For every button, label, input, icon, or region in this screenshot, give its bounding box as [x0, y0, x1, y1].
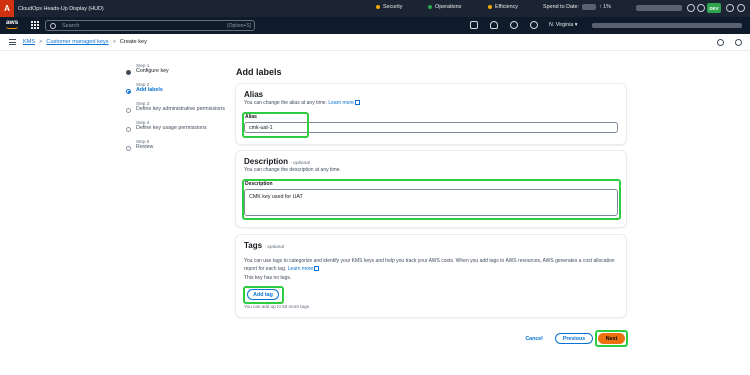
tags-limit-text: You can add up to 50 more tags. — [244, 304, 311, 309]
step-5-label: Review — [136, 144, 154, 150]
power-icon[interactable] — [737, 4, 745, 12]
account-menu-redacted[interactable] — [592, 23, 742, 28]
aws-smile-icon — [6, 26, 18, 29]
external-link-icon — [314, 265, 320, 271]
tags-description: You can use tags to categorize and ident… — [244, 258, 615, 272]
cancel-button[interactable]: Cancel — [520, 333, 548, 344]
hud-operations[interactable]: Operations — [428, 4, 461, 10]
step-current-icon — [126, 89, 131, 94]
step-4-label: Define key usage permissions — [136, 125, 207, 131]
info-panel-icon[interactable] — [717, 39, 724, 46]
breadcrumb-bar: KMS > Customer managed keys > Create key — [0, 34, 750, 51]
hud-account-redacted — [636, 5, 682, 11]
spend-redacted — [581, 4, 596, 10]
add-tag-button[interactable]: Add tag — [247, 289, 279, 300]
step-5: Step 5 Review — [125, 139, 225, 151]
hud-logo-icon: A — [0, 0, 14, 17]
security-status-icon — [376, 5, 380, 9]
step-1-label: Configure key — [136, 68, 169, 74]
alias-field-label: Alias — [245, 114, 257, 120]
aws-logo[interactable]: aws — [6, 19, 20, 31]
tags-empty: This key has no tags. — [244, 275, 292, 281]
breadcrumb: KMS > Customer managed keys > Create key — [23, 39, 147, 45]
aws-top-nav: aws Search [Option+S] N. Virginia ▾ — [0, 17, 750, 34]
alias-panel: Alias You can change the alias at any ti… — [236, 84, 626, 144]
region-selector[interactable]: N. Virginia ▾ — [549, 22, 577, 28]
hud-efficiency-label: Efficiency — [495, 4, 518, 10]
step-4: Step 4 Define key usage permissions — [125, 120, 225, 132]
step-1[interactable]: Step 1 Configure key — [125, 63, 225, 75]
tags-panel: Tags - optional You can use tags to cate… — [236, 235, 626, 317]
alias-input[interactable]: cmk-uat-1 — [244, 122, 618, 133]
previous-button[interactable]: Previous — [555, 333, 593, 344]
breadcrumb-cmk[interactable]: Customer managed keys — [46, 39, 108, 45]
search-input[interactable]: Search [Option+S] — [45, 20, 255, 31]
hud-security[interactable]: Security — [376, 4, 402, 10]
wizard-steps: Step 1 Configure key Step 2 Add labels S… — [125, 63, 225, 158]
page-title: Add labels — [236, 67, 282, 77]
hud-operations-label: Operations — [435, 4, 462, 10]
alias-description: You can change the alias at any time. Le… — [244, 100, 626, 106]
tags-heading: Tags - optional — [244, 241, 285, 250]
description-panel: Description - optional You can change th… — [236, 151, 626, 227]
hud-spend-value: ↑ 1% — [598, 4, 611, 10]
bell-icon[interactable] — [490, 21, 498, 29]
chevron-right-icon: > — [39, 39, 43, 45]
hud-title: CloudOps Heads-Up Display (HUD) — [18, 5, 104, 12]
step-pending-icon — [126, 146, 131, 151]
search-placeholder: Search — [62, 22, 80, 29]
hud-spend[interactable]: Spend to Date: ↑ 1% — [543, 4, 611, 10]
search-shortcut: [Option+S] — [227, 22, 251, 29]
search-icon — [50, 22, 56, 29]
description-heading: Description - optional — [244, 157, 310, 166]
description-textarea[interactable]: CMK key used for UAT — [244, 189, 618, 216]
description-help: You can change the description at any ti… — [244, 167, 341, 173]
step-2[interactable]: Step 2 Add labels — [125, 82, 225, 94]
services-grid-icon[interactable] — [31, 21, 39, 29]
alias-learn-more-link[interactable]: Learn more — [328, 100, 354, 106]
next-button[interactable]: Next — [598, 333, 625, 344]
description-field-label: Description — [245, 181, 273, 187]
cloudshell-icon[interactable] — [470, 21, 478, 29]
chevron-right-icon: > — [112, 39, 116, 45]
hud-bar: A CloudOps Heads-Up Display (HUD) Securi… — [0, 0, 750, 17]
external-link-icon — [354, 100, 360, 106]
tags-learn-more-link[interactable]: Learn more — [288, 266, 314, 272]
operations-status-icon — [428, 5, 432, 9]
env-badge: DEV — [707, 3, 721, 13]
info-icon[interactable] — [687, 4, 695, 12]
help-icon[interactable] — [510, 21, 518, 29]
alias-heading: Alias — [244, 90, 264, 99]
efficiency-status-icon — [488, 5, 492, 9]
hud-security-label: Security — [383, 4, 403, 10]
gear-icon[interactable] — [530, 21, 538, 29]
step-3: Step 3 Define key administrative permiss… — [125, 101, 225, 113]
hud-spend-label: Spend to Date: — [543, 4, 579, 10]
step-2-label: Add labels — [136, 87, 163, 93]
step-pending-icon — [126, 108, 131, 113]
clock-icon[interactable] — [735, 39, 742, 46]
step-pending-icon — [126, 127, 131, 132]
hud-efficiency[interactable]: Efficiency — [488, 4, 518, 10]
step-done-icon — [126, 70, 131, 75]
settings-icon[interactable] — [726, 4, 734, 12]
user-icon[interactable] — [697, 4, 705, 12]
breadcrumb-current: Create key — [119, 39, 147, 45]
step-3-label: Define key administrative permissions — [136, 106, 225, 112]
menu-icon[interactable] — [9, 39, 16, 45]
breadcrumb-kms[interactable]: KMS — [23, 39, 35, 45]
